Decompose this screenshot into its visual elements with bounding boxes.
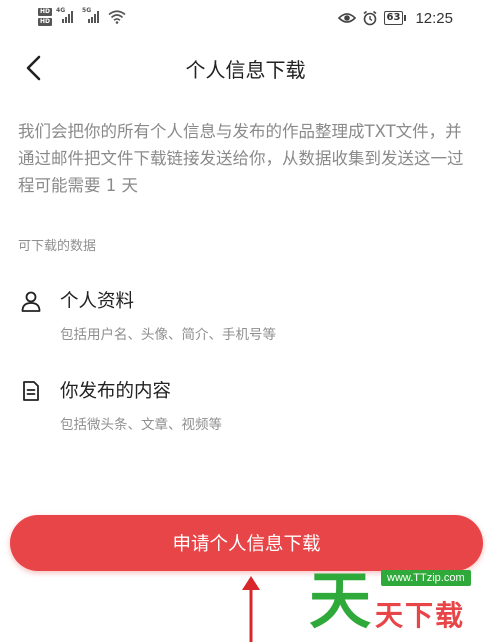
- item-title: 个人资料: [60, 291, 135, 312]
- watermark-text: 天下载: [375, 599, 466, 632]
- wifi-icon: [108, 10, 126, 24]
- status-right: 63 12:25: [337, 7, 453, 29]
- hd-indicators: HD HD: [38, 8, 53, 26]
- status-time: 12:25: [415, 9, 453, 27]
- description-text: 我们会把你的所有个人信息与发布的作品整理成TXT文件，并通过邮件把文件下载链接发…: [18, 122, 464, 195]
- signal-1-icon: 4G: [56, 7, 78, 25]
- hd-badge-1: HD: [38, 8, 53, 16]
- section-label: 可下载的数据: [18, 239, 97, 254]
- list-item-profile: 个人资料 包括用户名、头像、简介、手机号等: [18, 287, 473, 347]
- item-title: 你发布的内容: [60, 381, 172, 402]
- page-title: 个人信息下载: [185, 58, 306, 82]
- status-bar: HD HD 4G 5G 63 12:25: [0, 0, 491, 36]
- arrow-up-icon: [242, 576, 260, 642]
- list-item-content: 你发布的内容 包括微头条、文章、视频等: [18, 377, 473, 437]
- alarm-icon: [363, 10, 377, 26]
- person-icon: [21, 291, 41, 312]
- watermark-logo: 天 www.TTzip.com 天下载: [309, 566, 489, 640]
- document-icon: [23, 381, 39, 401]
- item-subtitle: 包括用户名、头像、简介、手机号等: [60, 327, 276, 343]
- watermark-url: www.TTzip.com: [381, 570, 471, 586]
- item-subtitle: 包括微头条、文章、视频等: [60, 417, 222, 433]
- watermark-char: 天: [309, 564, 372, 637]
- hd-badge-2: HD: [38, 18, 53, 26]
- battery-icon: 63: [383, 11, 407, 25]
- eye-icon: [337, 13, 356, 23]
- apply-download-button[interactable]: 申请个人信息下载: [10, 515, 483, 571]
- top-nav: 个人信息下载: [0, 44, 491, 92]
- status-left: HD HD 4G 5G: [38, 5, 126, 29]
- signal-2-icon: 5G: [82, 7, 104, 25]
